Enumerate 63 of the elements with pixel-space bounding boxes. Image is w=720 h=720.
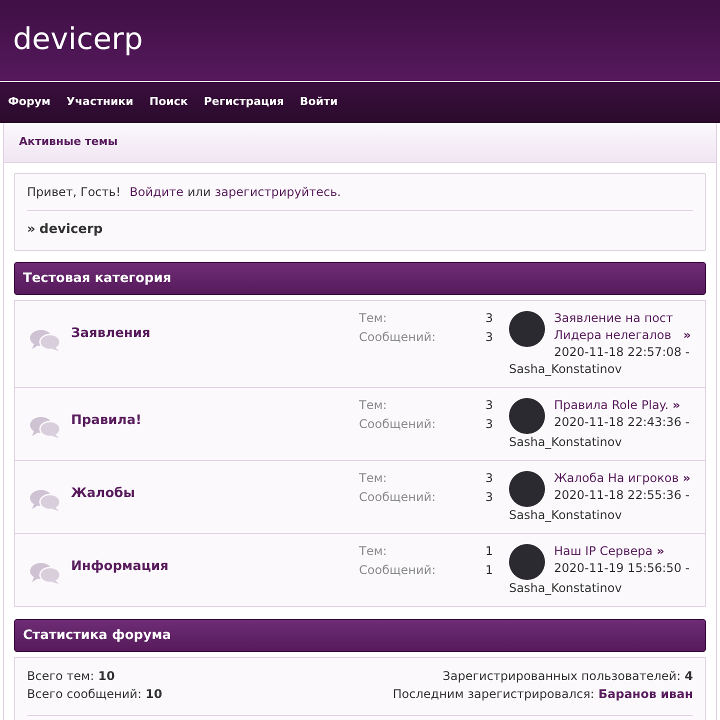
post-date: 2020-11-18 22:43:36 - xyxy=(554,414,690,431)
register-link[interactable]: зарегистрируйтесь. xyxy=(214,183,341,201)
post-date: 2020-11-18 22:57:08 - xyxy=(554,344,691,361)
active-topics-link[interactable]: Активные темы xyxy=(19,134,118,151)
posts-label: Сообщений: xyxy=(359,490,436,505)
author-link[interactable]: Sasha_Konstatinov xyxy=(509,434,691,451)
greeting-text: Привет, Гость! xyxy=(27,184,121,201)
forum-title[interactable]: Жалобы xyxy=(71,486,135,501)
last-post-link[interactable]: Наш IP Сервера xyxy=(554,543,653,560)
go-arrow[interactable]: » xyxy=(656,543,664,560)
forum-title[interactable]: Правила! xyxy=(71,413,142,428)
stat-label: Зарегистрированных пользователей: xyxy=(442,668,681,685)
last-post-link[interactable]: Заявление на пост Лидера нелегалов xyxy=(554,310,680,344)
stat-label: Всего сообщений: xyxy=(27,686,142,703)
nav-link[interactable]: Форум xyxy=(8,94,51,111)
last-post-link[interactable]: Жалоба На игроков xyxy=(554,470,679,487)
topics-label: Тем: xyxy=(359,471,387,486)
forum-title[interactable]: Информация xyxy=(71,559,168,574)
stat-value: 10 xyxy=(98,668,115,685)
topics-count: 3 xyxy=(485,471,493,486)
chat-bubbles-icon xyxy=(29,561,61,585)
go-arrow[interactable]: » xyxy=(682,470,691,487)
stat-label: Последним зарегистрировался: xyxy=(392,686,594,703)
last-post-link[interactable]: Правила Role Play. xyxy=(554,397,669,414)
breadcrumb-arrow: » xyxy=(27,221,36,240)
or-text: или xyxy=(188,184,211,201)
posts-count: 3 xyxy=(485,330,493,345)
chat-bubbles-icon xyxy=(29,488,61,512)
site-title[interactable]: devicerp xyxy=(13,22,143,58)
category-title[interactable]: Тестовая категория xyxy=(23,268,172,288)
author-link[interactable]: Sasha_Konstatinov xyxy=(509,507,691,524)
nav-link[interactable]: Войти xyxy=(300,94,338,111)
posts-count: 3 xyxy=(485,490,493,505)
topics-label: Тем: xyxy=(359,311,387,326)
stat-value: 4 xyxy=(684,668,693,685)
posts-label: Сообщений: xyxy=(359,563,436,578)
nav-link[interactable]: Поиск xyxy=(149,94,188,111)
post-date: 2020-11-18 22:55:36 - xyxy=(554,487,691,504)
posts-count: 1 xyxy=(485,563,493,578)
stat-label: Всего тем: xyxy=(27,668,94,685)
posts-label: Сообщений: xyxy=(359,417,436,432)
newest-member-link[interactable]: Баранов иван xyxy=(598,685,693,703)
forum-title[interactable]: Заявления xyxy=(71,326,150,341)
posts-label: Сообщений: xyxy=(359,330,436,345)
author-link[interactable]: Sasha_Konstatinov xyxy=(509,580,691,597)
stat-value: 10 xyxy=(146,686,162,703)
posts-count: 3 xyxy=(485,417,493,432)
topics-count: 1 xyxy=(485,544,493,559)
stats-title: Статистика форума xyxy=(23,626,171,645)
topics-label: Тем: xyxy=(359,398,387,413)
post-date: 2020-11-19 15:56:50 - xyxy=(554,560,690,577)
topics-count: 3 xyxy=(485,311,493,326)
topics-label: Тем: xyxy=(359,544,387,559)
go-arrow[interactable]: » xyxy=(672,397,680,414)
login-link[interactable]: Войдите xyxy=(130,183,184,201)
chat-bubbles-icon xyxy=(29,328,61,352)
topics-count: 3 xyxy=(485,398,493,413)
go-arrow[interactable]: » xyxy=(683,327,691,344)
chat-bubbles-icon xyxy=(29,415,61,439)
breadcrumb-link[interactable]: devicerp xyxy=(39,220,103,240)
author-link[interactable]: Sasha_Konstatinov xyxy=(509,361,691,378)
nav-link[interactable]: Участники xyxy=(66,94,134,111)
nav-link[interactable]: Регистрация xyxy=(204,94,284,111)
